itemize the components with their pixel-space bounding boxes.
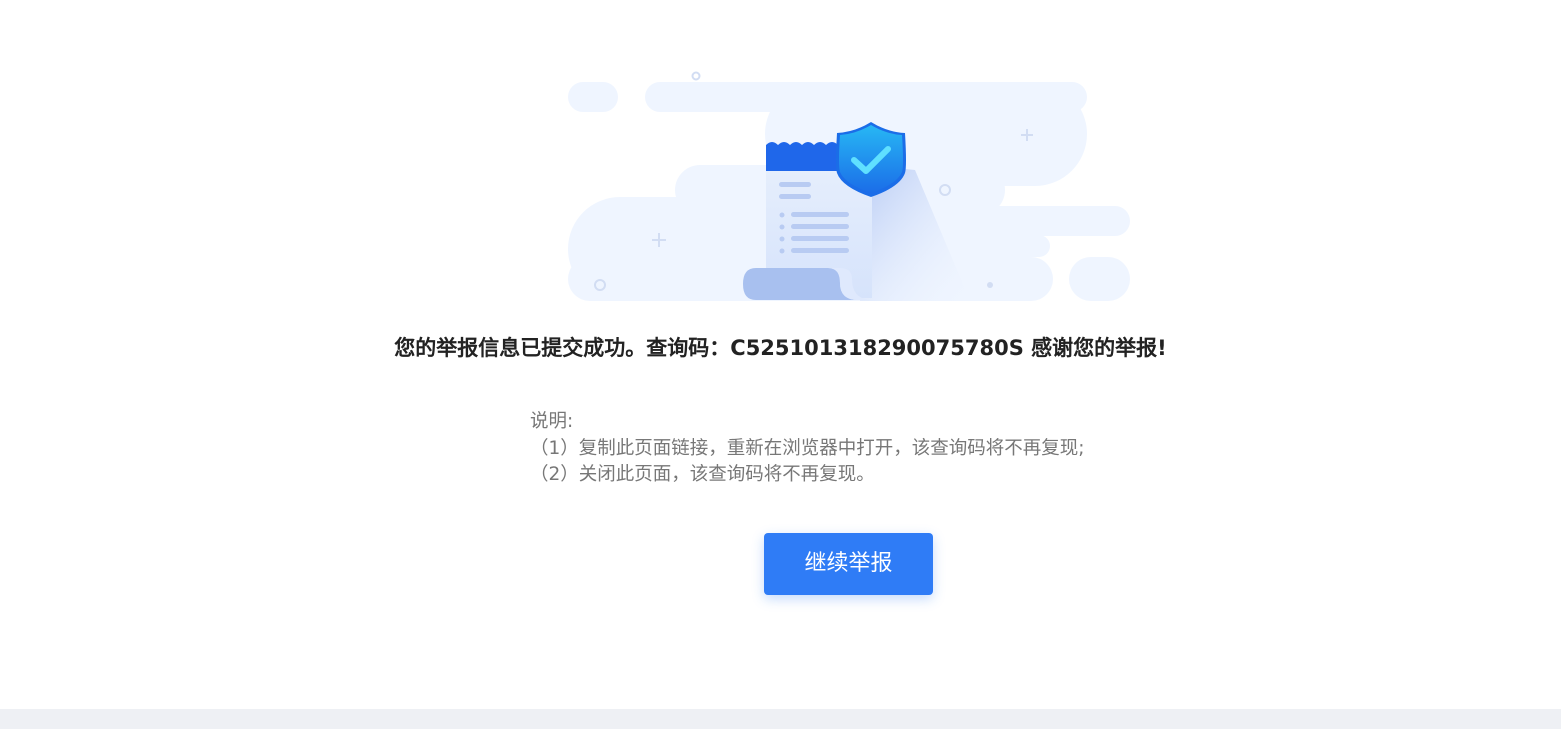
note-item: （2）关闭此页面，该查询码将不再复现。 [530,464,875,485]
footer-bar [0,709,1561,729]
continue-report-button[interactable]: 继续举报 [764,533,933,595]
notes-section: 说明: （1）复制此页面链接，重新在浏览器中打开，该查询码将不再复现; （2）关… [530,409,1085,489]
success-message: 您的举报信息已提交成功。查询码：C525101318290075780S 感谢您… [394,336,1167,360]
document-shield-check-icon [568,71,1130,301]
note-item: （1）复制此页面链接，重新在浏览器中打开，该查询码将不再复现; [530,437,1085,459]
report-success-page: 您的举报信息已提交成功。查询码：C525101318290075780S 感谢您… [0,0,1561,729]
notes-title: 说明: [530,411,574,432]
